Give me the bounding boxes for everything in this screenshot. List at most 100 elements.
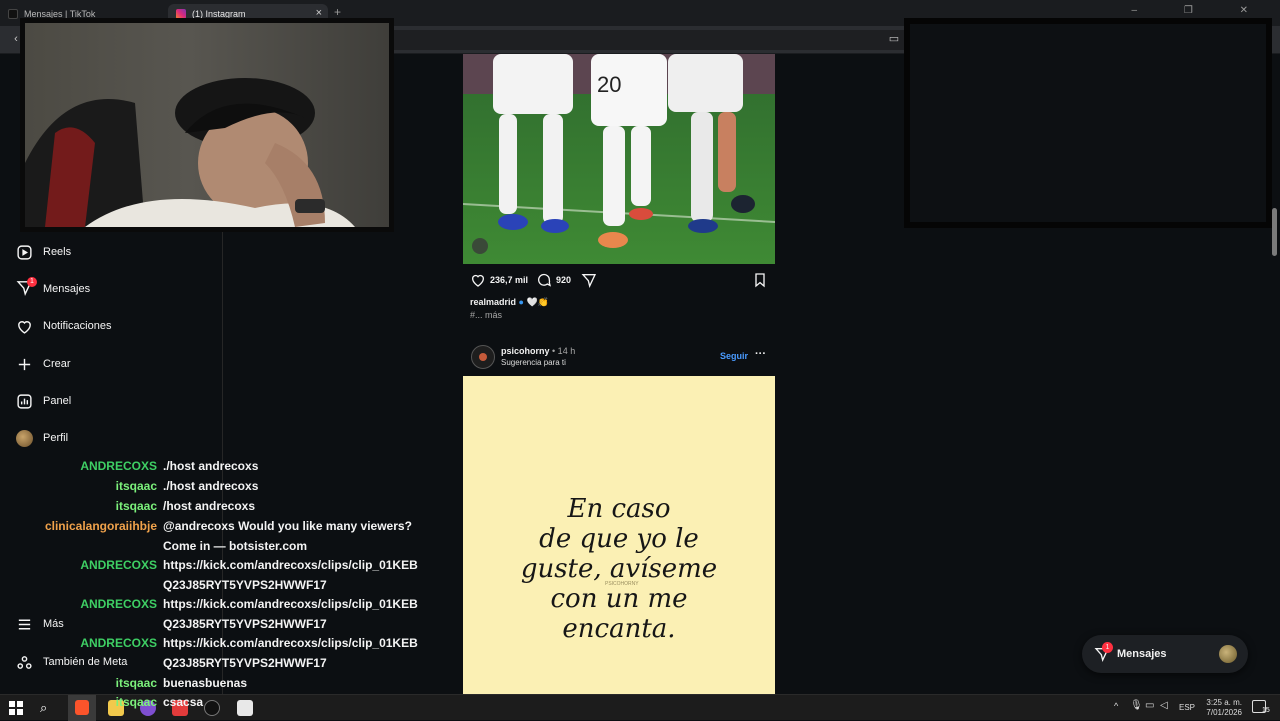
avatar	[16, 429, 33, 447]
chat-username: itsqaac	[115, 676, 157, 690]
more-options-icon[interactable]: ···	[755, 348, 766, 360]
page-scrollbar[interactable]	[1272, 208, 1277, 256]
post-header: psicohorny • 14 h Sugerencia para ti Seg…	[463, 342, 775, 372]
tray-chevron-icon[interactable]: ^	[1114, 701, 1118, 711]
sidebar-item-perfil[interactable]: Perfil	[16, 426, 68, 450]
quote-text: En caso de que yo le guste, avíseme con …	[463, 494, 775, 644]
chat-line: itsqaac buenasbuenas	[0, 674, 440, 694]
microphone-icon[interactable]: 🎙	[1130, 700, 1143, 711]
clock[interactable]: 3:25 a. m. 7/01/2026	[1206, 698, 1242, 718]
stream-overlay-panel	[904, 18, 1272, 228]
clock-time: 3:25 a. m.	[1206, 698, 1242, 707]
notification-badge: 1	[1102, 642, 1113, 653]
quote-line: encanta.	[562, 614, 676, 644]
chat-line: clinicalangoraiihbje @andrecoxs Would you…	[0, 517, 440, 556]
sidebar-item-notificaciones[interactable]: Notificaciones	[16, 314, 111, 338]
caption-more-link[interactable]: #... más	[470, 310, 502, 320]
post-image-quote[interactable]: En caso de que yo le guste, avíseme con …	[463, 376, 775, 694]
chat-line: itsqaac csacsa	[0, 693, 440, 713]
save-action[interactable]	[752, 272, 768, 288]
window-controls[interactable]: – ❐ ✕	[1132, 5, 1270, 16]
post-time: • 14 h	[552, 346, 576, 356]
language-indicator[interactable]: ESP	[1179, 703, 1195, 712]
sidebar-item-reels[interactable]: Reels	[16, 240, 71, 264]
cast-icon[interactable]: ▭	[888, 33, 900, 45]
post-subtitle: Sugerencia para ti	[501, 358, 566, 367]
svg-text:20: 20	[597, 72, 621, 97]
chat-message[interactable]: https://kick.com/andrecoxs/clips/clip_01…	[163, 634, 423, 673]
share-action[interactable]	[581, 272, 597, 288]
quote-line: guste, avíseme	[520, 554, 718, 584]
clock-date: 7/01/2026	[1206, 708, 1242, 717]
post-author[interactable]: psicohorny	[501, 346, 550, 356]
sidebar-item-crear[interactable]: Crear	[16, 352, 71, 376]
comment-count: 920	[556, 275, 572, 285]
post-caption: realmadrid ● 🤍👏	[470, 297, 549, 308]
chat-username: clinicalangoraiihbje	[44, 519, 157, 533]
comment-action[interactable]: 920	[536, 272, 571, 288]
webcam-overlay	[20, 18, 394, 232]
chat-message: csacsa	[163, 695, 204, 709]
chat-message: ./host andrecoxs	[163, 479, 259, 493]
reels-icon	[17, 244, 32, 260]
quote-line: En caso	[567, 494, 671, 524]
chat-line: ANDRECOXS https://kick.com/andrecoxs/clip…	[0, 595, 440, 634]
chat-message[interactable]: https://kick.com/andrecoxs/clips/clip_01…	[163, 595, 423, 634]
windows-taskbar: ⌕ itsqaac csacsa ^ 🎙 ▭ ◁ ESP 3:25 a. m. 7…	[0, 693, 1280, 721]
post-author-line: psicohorny • 14 h	[501, 346, 575, 356]
heart-icon	[18, 320, 31, 334]
football-players-image: 20	[463, 54, 775, 264]
sidebar-item-label: Crear	[43, 358, 71, 370]
chat-message[interactable]: https://kick.com/andrecoxs/clips/clip_01…	[163, 556, 423, 595]
bookmark-icon	[755, 273, 765, 288]
tiktok-icon	[8, 9, 18, 19]
sidebar-item-label: Panel	[43, 395, 72, 407]
chat-username: ANDRECOXS	[80, 636, 157, 650]
volume-icon[interactable]: ◁	[1160, 700, 1168, 711]
chat-username: itsqaac	[115, 695, 157, 709]
sidebar-item-label: Perfil	[43, 432, 69, 444]
like-action[interactable]: 236,7 mil	[470, 272, 528, 288]
messages-button[interactable]: 1 Mensajes	[1082, 635, 1248, 673]
chat-line: ANDRECOXS https://kick.com/andrecoxs/clip…	[0, 634, 440, 673]
watermark: PSICOHORNY	[605, 581, 639, 587]
quote-line: de que yo le	[539, 524, 699, 554]
heart-icon	[472, 274, 484, 287]
notification-count: 15	[1262, 707, 1270, 714]
chat-line: itsqaac ./host andrecoxs	[0, 477, 440, 497]
follow-button[interactable]: Seguir	[720, 351, 748, 361]
sidebar-item-panel[interactable]: Panel	[16, 389, 71, 413]
post-image-football[interactable]: 20	[463, 54, 775, 264]
chat-username: ANDRECOXS	[80, 558, 157, 572]
network-icon[interactable]: ▭	[1145, 700, 1154, 711]
avatar	[1219, 645, 1237, 663]
sidebar-item-mensajes[interactable]: 1 Mensajes	[16, 277, 90, 301]
send-icon	[581, 274, 597, 288]
chat-username: itsqaac	[115, 499, 157, 513]
new-tab-button[interactable]: +	[334, 5, 341, 19]
notification-badge: 1	[27, 277, 37, 287]
like-count: 236,7 mil	[490, 275, 529, 285]
messages-label: Mensajes	[1117, 648, 1167, 660]
sidebar-item-label: Reels	[43, 246, 72, 258]
chat-message: ./host andrecoxs	[163, 459, 259, 473]
chat-message: /host andrecoxs	[163, 499, 256, 513]
plus-icon	[18, 358, 31, 370]
avatar[interactable]	[471, 345, 495, 369]
caption-text: 🤍👏	[526, 297, 549, 307]
chat-line: itsqaac/host andrecoxs	[0, 497, 440, 517]
chat-username: ANDRECOXS	[80, 597, 157, 611]
dashboard-icon	[17, 393, 32, 409]
chat-message: buenasbuenas	[163, 676, 248, 690]
chat-line: ANDRECOXS https://kick.com/andrecoxs/clip…	[0, 556, 440, 595]
chat-username: itsqaac	[115, 479, 157, 493]
chat-message: @andrecoxs Would you like many viewers? …	[163, 519, 412, 553]
streamer-silhouette	[25, 78, 355, 227]
verified-icon: ●	[518, 297, 524, 307]
chat-username: ANDRECOXS	[80, 459, 157, 473]
chat-line: ANDRECOXS ./host andrecoxs	[0, 457, 440, 477]
sidebar-item-label: Mensajes	[43, 283, 91, 295]
sidebar-item-label: Notificaciones	[43, 320, 112, 332]
comment-icon	[538, 273, 551, 287]
post-author[interactable]: realmadrid	[470, 297, 516, 307]
